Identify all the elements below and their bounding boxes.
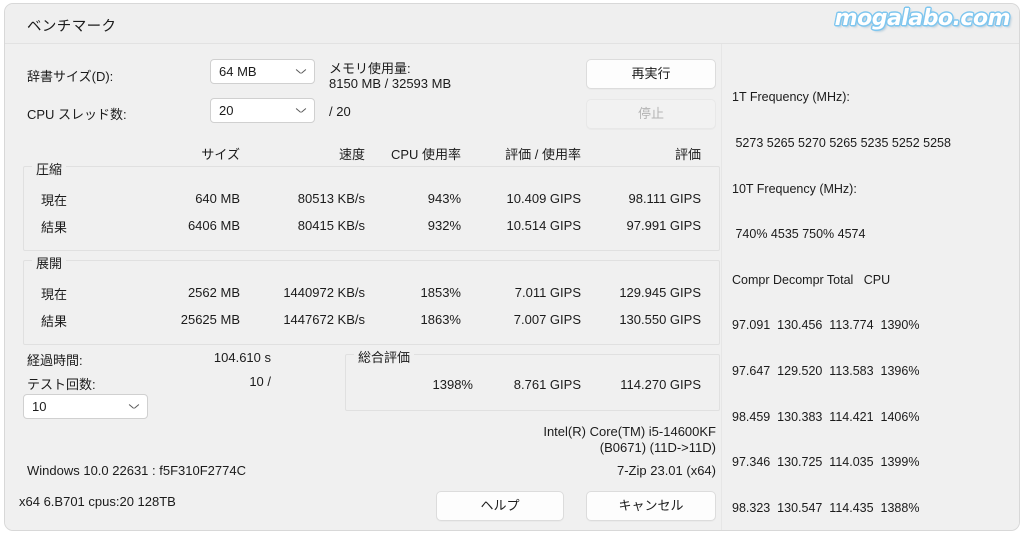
elapsed-time-value: 104.610 s	[213, 350, 271, 365]
help-button[interactable]: ヘルプ	[436, 491, 564, 521]
panel-divider	[721, 44, 722, 530]
freq-1t-values: 5273 5265 5270 5265 5235 5252 5258	[732, 136, 951, 150]
app-version: 7-Zip 23.01 (x64)	[617, 463, 716, 478]
chevron-down-icon	[129, 404, 138, 409]
compress-current-rating: 98.111 GIPS	[628, 191, 701, 206]
decompress-result-rating-per-usage: 7.007 GIPS	[513, 312, 581, 327]
cpu-threads-value: 20	[219, 103, 234, 118]
header-rating-per-usage: 評価 / 使用率	[505, 147, 581, 162]
header-rating: 評価	[674, 147, 701, 162]
cpu-threads-combobox[interactable]: 20	[210, 98, 315, 123]
pass-count-combobox[interactable]: 10	[23, 394, 148, 419]
site-watermark: mogalabo.com	[834, 6, 1011, 31]
window-title: ベンチマーク	[27, 19, 117, 35]
decompress-result-size: 25625 MB	[180, 312, 240, 327]
log-row: 98.323 130.547 114.435 1388%	[732, 500, 920, 515]
cpu-name: Intel(R) Core(TM) i5-14600KF	[543, 424, 716, 439]
header-size: サイズ	[201, 147, 240, 162]
total-cpu-usage: 1398%	[432, 377, 473, 392]
dictionary-size-combobox[interactable]: 64 MB	[210, 59, 315, 84]
total-rating: 114.270 GIPS	[620, 377, 701, 392]
elapsed-time-label: 経過時間:	[27, 353, 83, 368]
decompress-current-cpu-usage: 1853%	[420, 285, 461, 300]
compress-result-rating-per-usage: 10.514 GIPS	[506, 218, 581, 233]
decompress-result-speed: 1447672 KB/s	[283, 312, 365, 327]
freq-10t-label: 10T Frequency (MHz):	[732, 181, 857, 196]
log-row: 98.459 130.383 114.421 1406%	[732, 409, 920, 424]
decompress-current-size: 2562 MB	[187, 285, 240, 300]
log-row: 97.091 130.456 113.774 1390%	[732, 318, 920, 333]
compress-group-label: 圧縮	[32, 159, 67, 178]
total-rating-group-label: 総合評価	[354, 347, 415, 366]
dialog-client-area: 辞書サイズ(D): 64 MB メモリ使用量: 8150 MB / 32593 …	[5, 44, 1019, 530]
log-row: 97.647 129.520 113.583 1396%	[732, 363, 920, 378]
chevron-down-icon	[296, 108, 305, 113]
decompress-group: 展開	[23, 253, 720, 345]
header-speed: 速度	[338, 147, 365, 162]
compress-result-cpu-usage: 932%	[427, 218, 461, 233]
pass-count-selected: 10	[32, 399, 47, 414]
cpu-threads-total: / 20	[329, 104, 351, 119]
total-rating-per-usage: 8.761 GIPS	[513, 377, 581, 392]
freq-1t-label: 1T Frequency (MHz):	[732, 90, 850, 105]
log-column-headers: Compr Decompr Total CPU	[732, 272, 891, 287]
compress-result-size: 6406 MB	[187, 218, 240, 233]
compress-current-cpu-usage: 943%	[427, 191, 461, 206]
os-version-line: Windows 10.0 22631 : f5F310F2774C	[27, 463, 246, 478]
compress-result-label: 結果	[41, 220, 68, 235]
decompress-current-rating-per-usage: 7.011 GIPS	[514, 285, 581, 300]
frequency-log-panel: 1T Frequency (MHz): 5273 5265 5270 5265 …	[732, 60, 1017, 530]
compress-current-speed: 80513 KB/s	[297, 191, 365, 206]
decompress-result-rating: 130.550 GIPS	[619, 312, 701, 327]
decompress-group-label: 展開	[32, 253, 67, 272]
pass-count-label: テスト回数:	[27, 377, 96, 392]
compress-result-rating: 97.991 GIPS	[626, 218, 701, 233]
decompress-current-speed: 1440972 KB/s	[283, 285, 365, 300]
compress-group: 圧縮	[23, 159, 720, 251]
decompress-current-rating: 129.945 GIPS	[619, 285, 701, 300]
dictionary-size-label: 辞書サイズ(D):	[27, 69, 114, 84]
dictionary-size-value: 64 MB	[219, 64, 257, 79]
memory-usage-value: 8150 MB / 32593 MB	[329, 76, 452, 91]
header-cpu-usage: CPU 使用率	[390, 147, 461, 162]
cancel-button[interactable]: キャンセル	[586, 491, 716, 521]
cpu-threads-label: CPU スレッド数:	[27, 107, 127, 122]
compress-current-rating-per-usage: 10.409 GIPS	[506, 191, 581, 206]
restart-button[interactable]: 再実行	[586, 59, 716, 89]
log-row: 97.346 130.725 114.035 1399%	[732, 455, 920, 470]
benchmark-window: ベンチマーク mogalabo.com 辞書サイズ(D): 64 MB メモリ使…	[4, 3, 1020, 531]
freq-10t-values: 740% 4535 750% 4574	[732, 227, 866, 242]
stop-button: 停止	[586, 99, 716, 129]
decompress-current-label: 現在	[41, 287, 68, 302]
memory-usage-label: メモリ使用量:	[329, 61, 411, 76]
compress-result-speed: 80415 KB/s	[297, 218, 365, 233]
decompress-result-label: 結果	[41, 314, 68, 329]
cpu-id: (B0671) (11D->11D)	[599, 440, 716, 455]
compress-current-label: 現在	[41, 193, 68, 208]
chevron-down-icon	[296, 69, 305, 74]
pass-count-value: 10 /	[249, 374, 271, 389]
decompress-result-cpu-usage: 1863%	[420, 312, 461, 327]
arch-info-line: x64 6.B701 cpus:20 128TB	[19, 494, 176, 509]
compress-current-size: 640 MB	[195, 191, 240, 206]
